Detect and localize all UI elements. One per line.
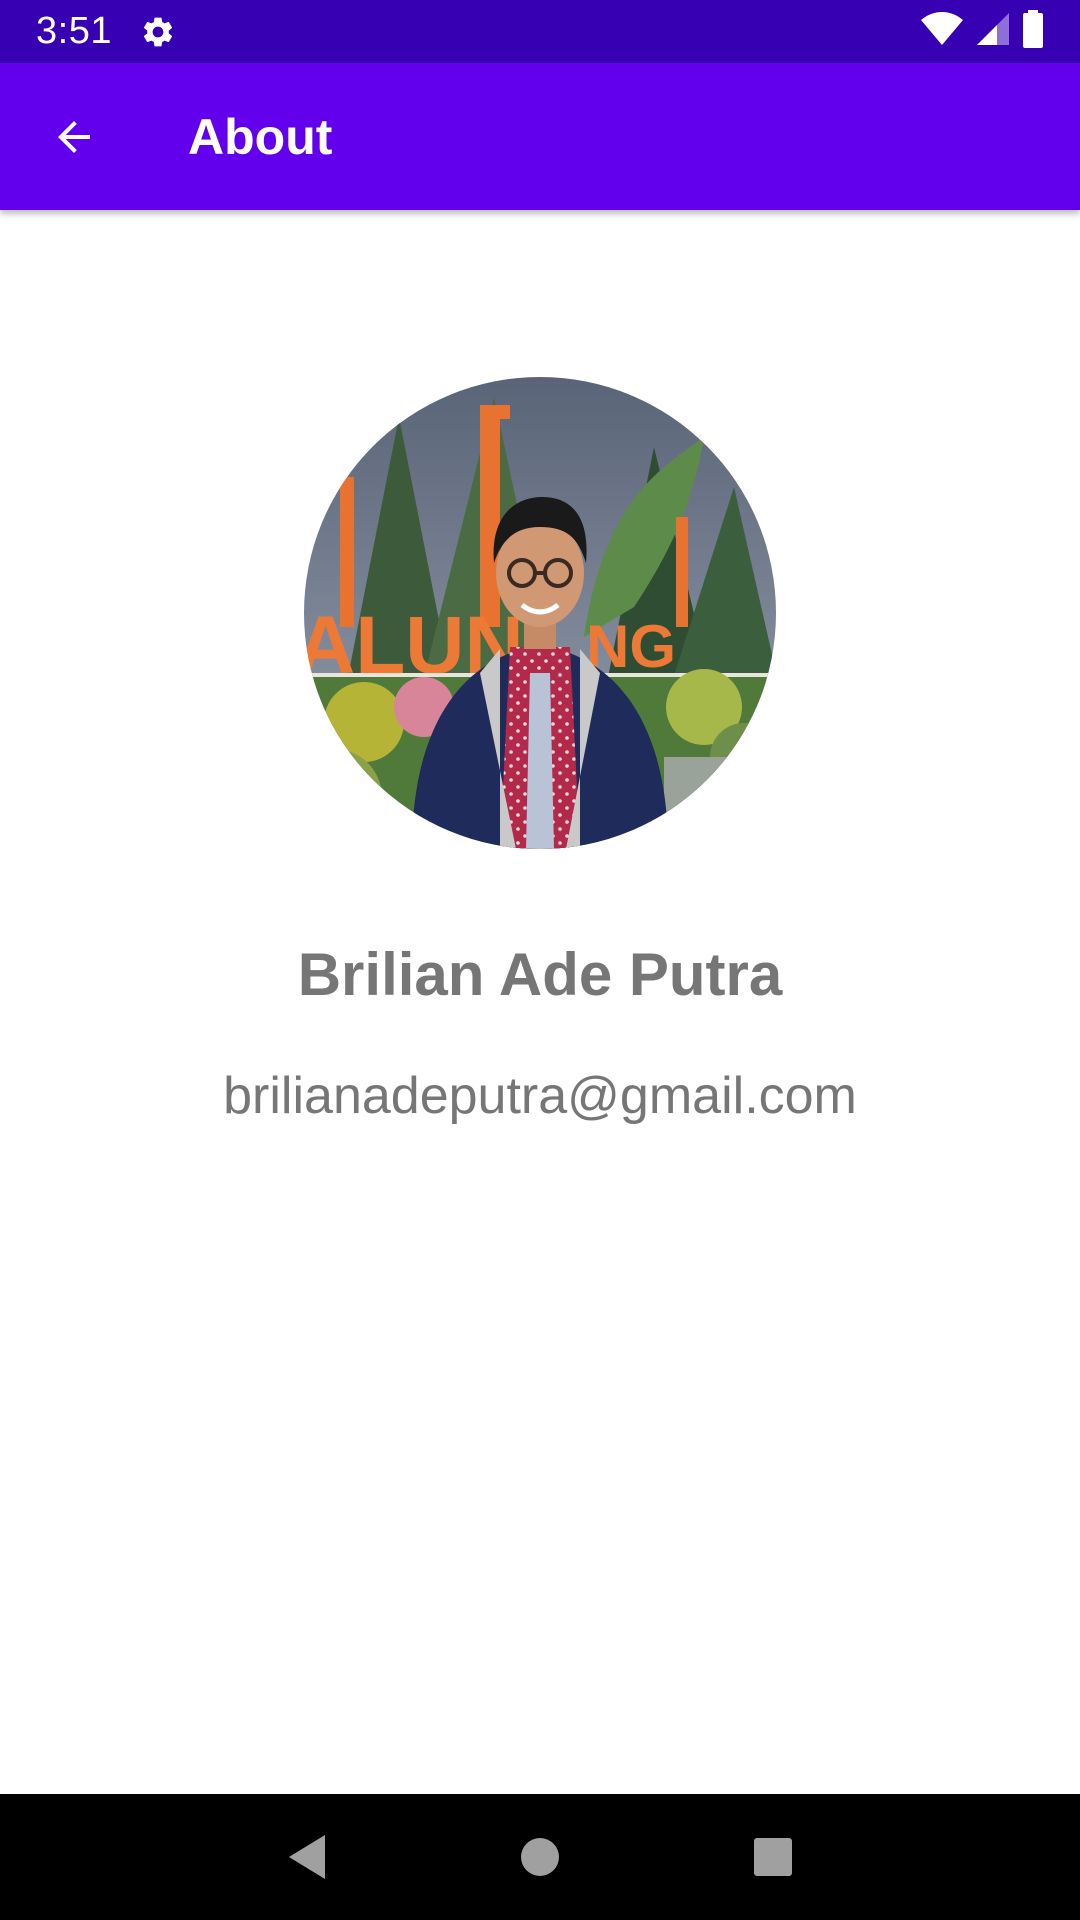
arrow-back-icon xyxy=(58,120,90,153)
wifi-icon xyxy=(920,11,964,52)
status-time: 3:51 xyxy=(36,10,112,52)
nav-recents-icon xyxy=(754,1838,793,1876)
gear-icon xyxy=(140,14,176,50)
nav-home-button[interactable] xyxy=(500,1817,580,1897)
about-screen: 3:51 About ALUN NG Brilian Ade Putra bri… xyxy=(0,0,1080,1920)
status-icons xyxy=(920,10,1044,53)
back-button[interactable] xyxy=(36,99,112,175)
nav-back-button[interactable] xyxy=(267,1817,347,1897)
page-title: About xyxy=(188,108,333,165)
navigation-bar xyxy=(0,1794,1080,1920)
battery-icon xyxy=(1022,10,1044,53)
profile-name: Brilian Ade Putra xyxy=(297,941,783,1008)
nav-back-icon xyxy=(288,1835,325,1879)
nav-recents-button[interactable] xyxy=(733,1817,813,1897)
status-bar: 3:51 xyxy=(0,0,1080,63)
profile-email: brilianadeputra@gmail.com xyxy=(223,1067,857,1125)
cellular-signal-icon xyxy=(976,11,1010,52)
profile-photo: ALUN NG xyxy=(304,377,776,849)
app-bar: About xyxy=(0,63,1080,210)
nav-home-icon xyxy=(520,1838,559,1876)
